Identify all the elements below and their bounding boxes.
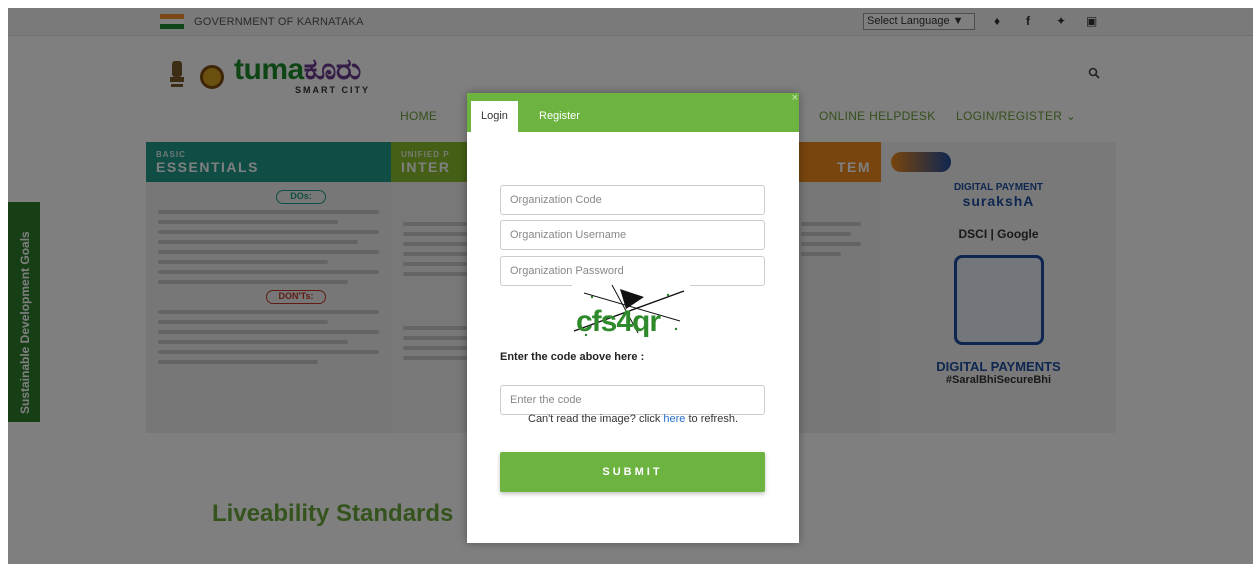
submit-button[interactable]: SUBMIT <box>500 452 765 492</box>
tab-login[interactable]: Login <box>471 101 518 132</box>
captcha-text: cfs4qr <box>576 305 661 338</box>
organization-username-input[interactable] <box>500 220 765 250</box>
close-icon[interactable]: × <box>792 92 798 104</box>
page-frame: GOVERNMENT OF KARNATAKA Select Language … <box>8 8 1253 564</box>
refresh-hint-prefix: Can't read the image? click <box>528 413 664 425</box>
organization-code-input[interactable] <box>500 185 765 215</box>
captcha-refresh-link[interactable]: here <box>663 413 685 425</box>
organization-password-input[interactable] <box>500 256 765 286</box>
modal-tab-bar: Login Register × <box>467 92 799 132</box>
captcha-image: cfs4qr <box>572 283 690 341</box>
tab-register[interactable]: Register <box>529 101 590 132</box>
refresh-hint-suffix: to refresh. <box>685 413 738 425</box>
captcha-code-input[interactable] <box>500 385 765 415</box>
captcha-refresh-hint: Can't read the image? click here to refr… <box>467 413 799 425</box>
captcha-label: Enter the code above here : <box>500 351 645 363</box>
login-modal: Login Register × cfs4qr Enter the code a… <box>467 92 799 543</box>
